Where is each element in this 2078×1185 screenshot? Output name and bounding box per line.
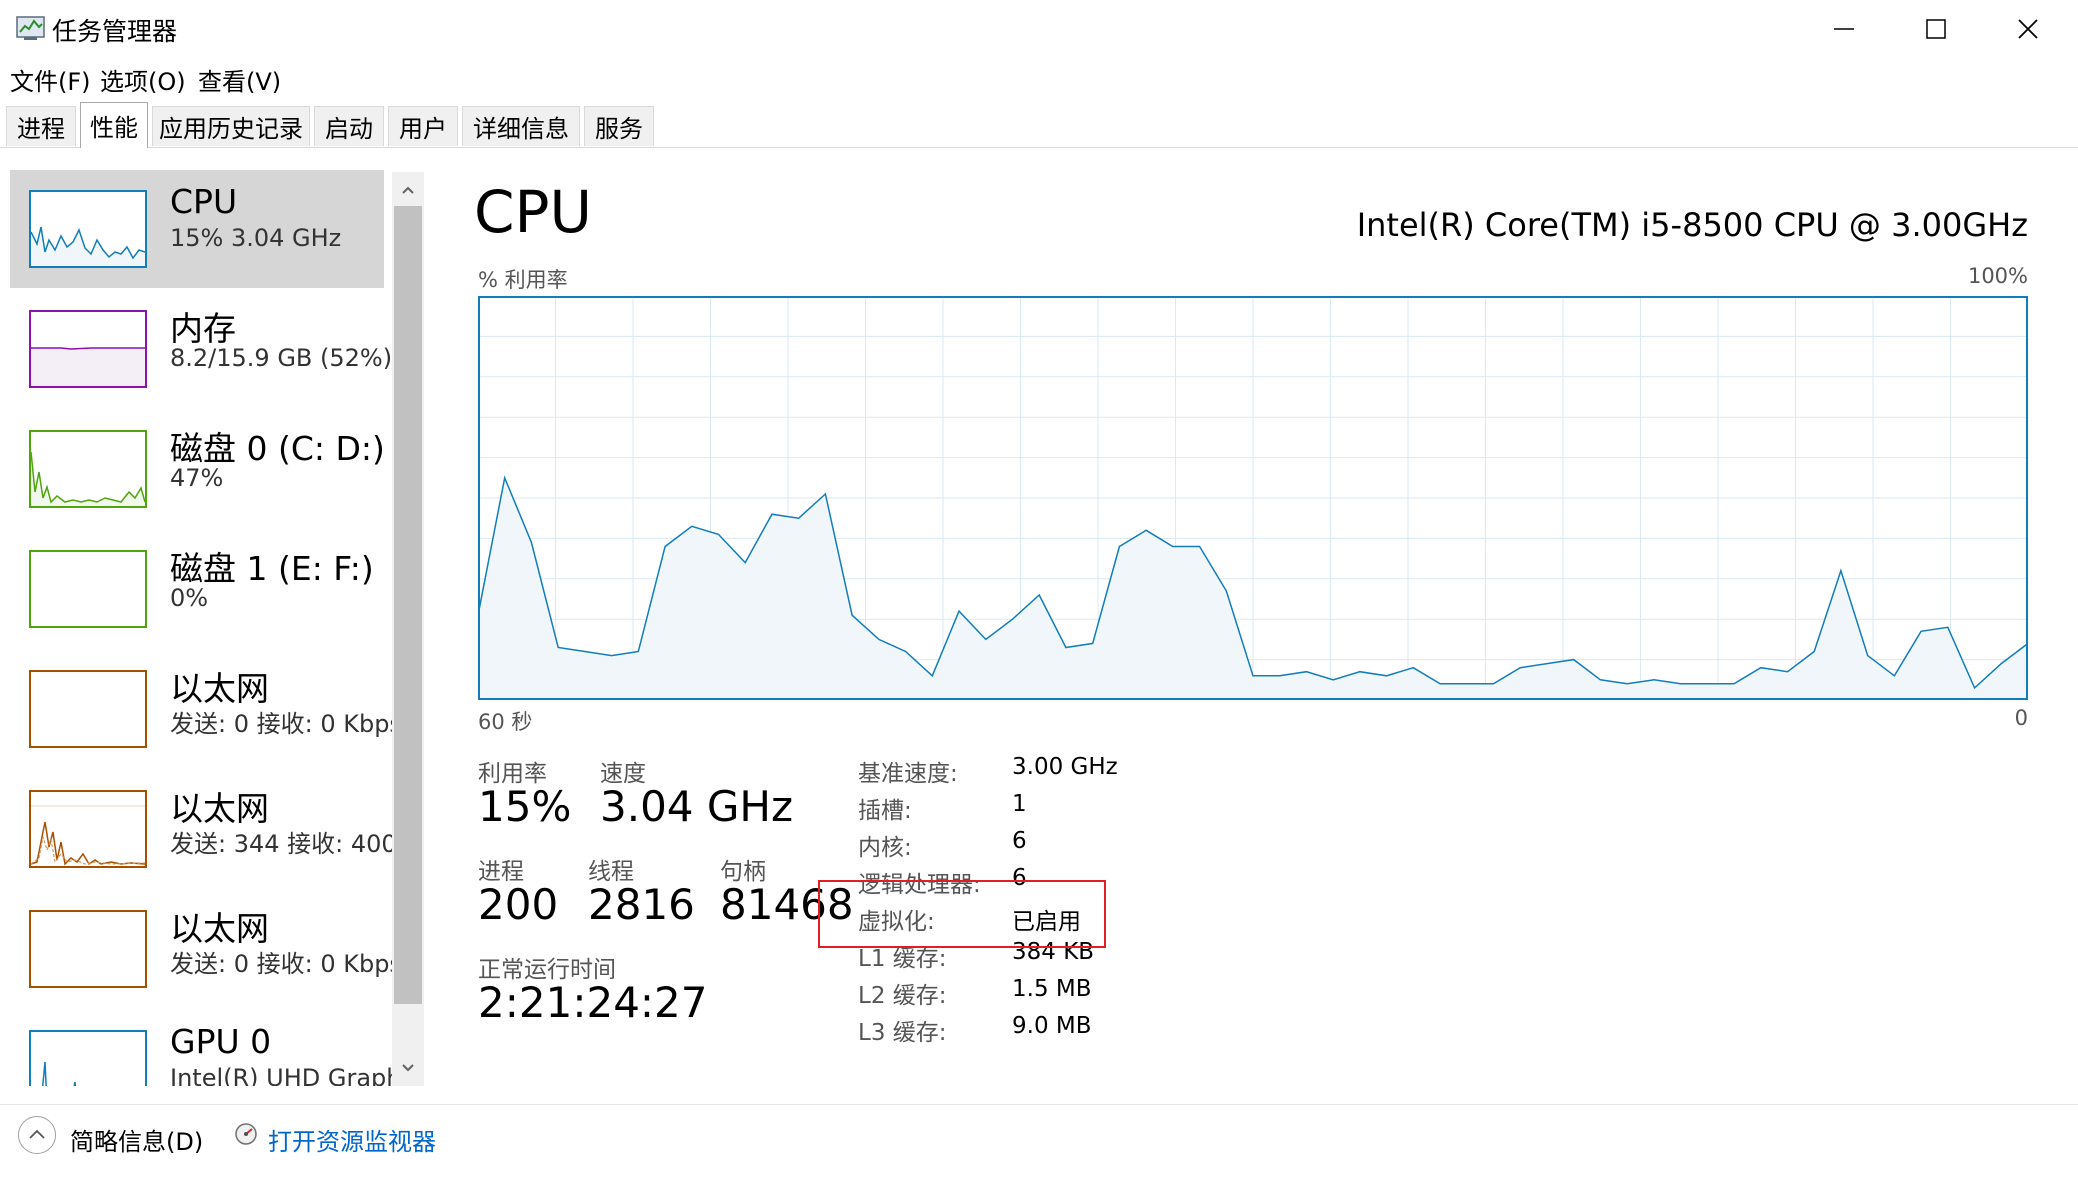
resource-monitor-icon — [234, 1122, 258, 1146]
prop-key-l2-cache: L2 缓存: — [858, 983, 947, 1009]
ethernet2-thumbnail — [29, 790, 147, 868]
resource-sidebar: CPU 15% 3.04 GHz 内存 8.2/15.9 GB (52%) 磁盘… — [0, 168, 392, 1086]
threads-value: 2816 — [588, 880, 695, 929]
tab-processes[interactable]: 进程 — [6, 106, 76, 146]
minimize-icon — [1834, 28, 1854, 30]
prop-value-l2-cache: 1.5 MB — [1012, 976, 1092, 1002]
sidebar-item-subtitle: 47% — [170, 464, 224, 492]
scroll-up-button[interactable] — [396, 180, 420, 200]
sidebar-item-subtitle: 8.2/15.9 GB (52%) — [170, 344, 392, 372]
maximize-icon — [1926, 19, 1946, 39]
sidebar-item-ethernet-2[interactable]: 以太网 发送: 344 接收: 400 — [10, 770, 392, 888]
maximize-button[interactable] — [1890, 0, 1982, 58]
tab-app-history[interactable]: 应用历史记录 — [152, 106, 310, 146]
title-bar — [0, 0, 2078, 58]
collapse-button[interactable] — [18, 1116, 56, 1154]
prop-value-l3-cache: 9.0 MB — [1012, 1013, 1092, 1039]
task-manager-icon — [16, 14, 46, 42]
scroll-down-button[interactable] — [396, 1058, 420, 1078]
sidebar-item-cpu[interactable]: CPU 15% 3.04 GHz — [10, 170, 384, 288]
resource-heading: CPU — [474, 178, 592, 246]
ethernet3-thumbnail — [29, 910, 147, 988]
sidebar-item-title: CPU — [170, 182, 238, 221]
minimize-button[interactable] — [1798, 0, 1890, 58]
sidebar-item-subtitle: Intel(R) UHD Graphics — [170, 1064, 392, 1086]
cpu-model: Intel(R) Core(TM) i5-8500 CPU @ 3.00GHz — [1356, 206, 2028, 244]
sidebar-item-title: 以太网 — [170, 669, 269, 708]
prop-value-sockets: 1 — [1012, 791, 1027, 817]
memory-thumbnail — [29, 310, 147, 388]
cpu-thumbnail — [29, 190, 147, 268]
tab-startup[interactable]: 启动 — [314, 106, 384, 146]
tab-performance[interactable]: 性能 — [80, 102, 148, 148]
disk1-thumbnail — [29, 550, 147, 628]
chevron-up-icon — [402, 186, 414, 194]
virtualization-highlight-box — [818, 880, 1106, 948]
cpu-usage-graph — [478, 296, 2028, 700]
sidebar-item-ethernet-1[interactable]: 以太网 发送: 0 接收: 0 Kbps — [10, 650, 392, 768]
tab-users[interactable]: 用户 — [388, 106, 458, 146]
tab-details[interactable]: 详细信息 — [462, 106, 580, 146]
chevron-up-icon — [29, 1129, 45, 1139]
prop-key-sockets: 插槽: — [858, 798, 912, 824]
utilization-value: 15% — [478, 782, 572, 831]
sidebar-item-title: 内存 — [170, 309, 236, 348]
sidebar-item-subtitle: 发送: 0 接收: 0 Kbps — [170, 950, 392, 978]
footer-divider — [0, 1104, 2078, 1105]
sidebar-item-subtitle: 发送: 344 接收: 400 — [170, 830, 392, 858]
menu-options[interactable]: 选项(O) — [100, 62, 186, 97]
speed-value: 3.04 GHz — [600, 782, 794, 831]
disk0-thumbnail — [29, 430, 147, 508]
prop-value-cores: 6 — [1012, 828, 1027, 854]
window-title: 任务管理器 — [52, 17, 178, 46]
sidebar-item-disk-1[interactable]: 磁盘 1 (E: F:) 0% — [10, 530, 384, 648]
sidebar-item-disk-0[interactable]: 磁盘 0 (C: D:) 47% — [10, 410, 385, 528]
graph-x-label: 60 秒 — [478, 710, 533, 734]
close-icon — [2018, 19, 2038, 39]
sidebar-item-title: 以太网 — [170, 909, 269, 948]
tab-strip — [0, 103, 2078, 148]
menu-file[interactable]: 文件(F) — [10, 62, 91, 97]
menu-bar — [0, 58, 2078, 98]
processes-value: 200 — [478, 880, 559, 929]
menu-view[interactable]: 查看(V) — [198, 62, 281, 97]
prop-value-base-speed: 3.00 GHz — [1012, 754, 1118, 780]
gpu-thumbnail — [29, 1030, 147, 1086]
tab-services[interactable]: 服务 — [584, 106, 654, 146]
sidebar-item-subtitle: 0% — [170, 584, 209, 612]
sidebar-item-title: 磁盘 1 (E: F:) — [170, 549, 374, 588]
ethernet1-thumbnail — [29, 670, 147, 748]
sidebar-item-title: GPU 0 — [170, 1022, 272, 1061]
brief-info-link[interactable]: 简略信息(D) — [70, 1122, 203, 1157]
chevron-down-icon — [402, 1064, 414, 1072]
uptime-value: 2:21:24:27 — [478, 978, 708, 1027]
open-resource-monitor-link[interactable]: 打开资源监视器 — [268, 1122, 436, 1157]
sidebar-item-memory[interactable]: 内存 8.2/15.9 GB (52%) — [10, 290, 392, 408]
graph-x-min: 0 — [2014, 706, 2028, 730]
prop-key-cores: 内核: — [858, 835, 912, 861]
close-button[interactable] — [1982, 0, 2074, 58]
graph-y-label: % 利用率 — [478, 268, 568, 292]
sidebar-item-title: 以太网 — [170, 789, 269, 828]
graph-y-max: 100% — [1967, 264, 2028, 288]
prop-key-base-speed: 基准速度: — [858, 761, 958, 787]
scrollbar-thumb[interactable] — [394, 206, 422, 1004]
sidebar-item-ethernet-3[interactable]: 以太网 发送: 0 接收: 0 Kbps — [10, 890, 392, 1008]
prop-key-l3-cache: L3 缓存: — [858, 1020, 947, 1046]
sidebar-item-subtitle: 15% 3.04 GHz — [170, 224, 342, 252]
sidebar-item-gpu-0[interactable]: GPU 0 Intel(R) UHD Graphics — [10, 1010, 392, 1086]
sidebar-item-subtitle: 发送: 0 接收: 0 Kbps — [170, 710, 392, 738]
sidebar-item-title: 磁盘 0 (C: D:) — [170, 429, 385, 468]
